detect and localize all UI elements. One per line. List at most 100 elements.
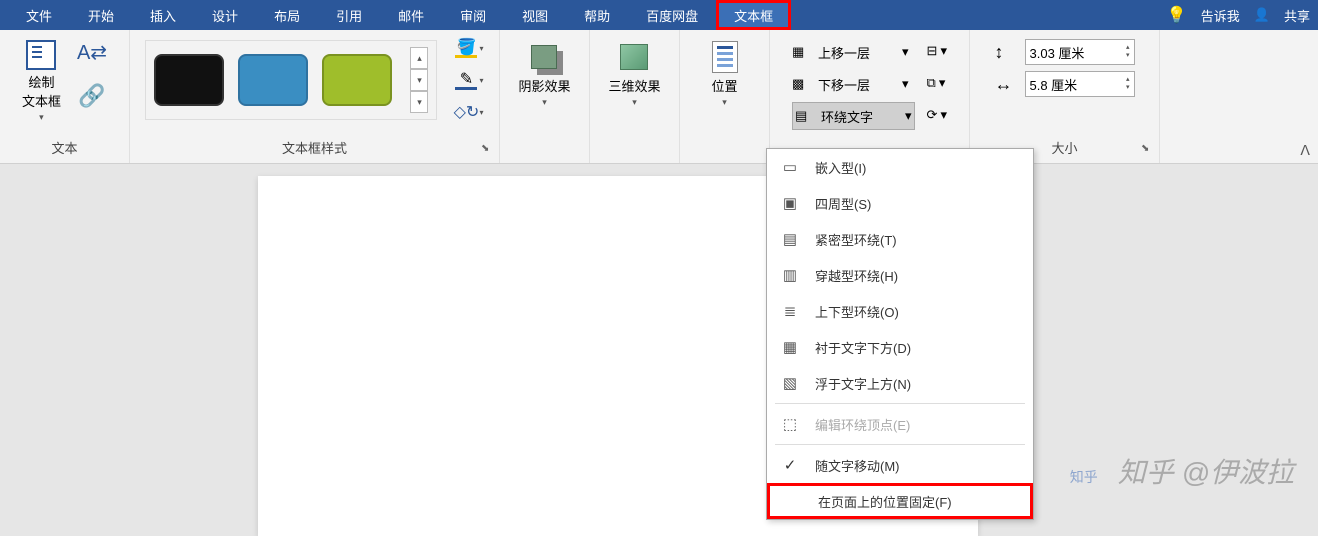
wrap-text-dropdown-menu: ▭嵌入型(I) ▣四周型(S) ▤紧密型环绕(T) ▥穿越型环绕(H) ≣上下型…	[766, 148, 1034, 520]
dropdown-caret-icon: ▾	[542, 97, 547, 108]
width-input[interactable]: 5.8 厘米 ▴▾	[1025, 71, 1135, 97]
rotate-icon: ⟳	[927, 107, 938, 123]
send-backward-icon: ▩	[792, 76, 814, 92]
dropdown-caret-icon: ▾	[632, 97, 637, 108]
three-d-effects-button[interactable]: 三维效果 ▾	[608, 36, 660, 108]
style-swatch-green[interactable]	[322, 54, 392, 106]
change-shape-icon: ◇↻	[455, 102, 477, 122]
textbox-icon	[26, 40, 56, 70]
wrap-inline-item[interactable]: ▭嵌入型(I)	[767, 149, 1033, 185]
wrap-infront-item[interactable]: ▧浮于文字上方(N)	[767, 365, 1033, 401]
wrap-tight-icon: ▤	[779, 230, 801, 248]
size-dialog-launcher[interactable]: ⬊	[1141, 143, 1155, 157]
position-label: 位置	[711, 76, 737, 95]
group-label-size: 大小	[1051, 138, 1077, 161]
wrap-behind-item[interactable]: ▦衬于文字下方(D)	[767, 329, 1033, 365]
move-with-text-item[interactable]: ✓随文字移动(M)	[767, 447, 1033, 483]
position-icon	[706, 40, 744, 74]
wrap-through-icon: ▥	[779, 266, 801, 284]
menu-separator	[775, 403, 1025, 404]
position-button[interactable]: 位置 ▾	[706, 36, 744, 108]
gallery-more[interactable]: ▾	[410, 91, 428, 113]
styles-dialog-launcher[interactable]: ⬊	[481, 143, 495, 157]
share-button[interactable]: 共享	[1284, 6, 1310, 25]
bring-forward-icon: ▦	[792, 44, 814, 60]
collapse-ribbon-icon[interactable]: ᐱ	[1300, 142, 1310, 159]
tell-me-search[interactable]: 告诉我	[1201, 6, 1240, 25]
text-direction-icon[interactable]: A⇄	[77, 40, 107, 65]
edit-points-icon: ⬚	[779, 415, 801, 433]
wrap-square-icon: ▣	[779, 194, 801, 212]
tab-textbox-format[interactable]: 文本框	[716, 0, 791, 30]
group-button[interactable]: ⧉▾	[927, 70, 947, 96]
tab-layout[interactable]: 布局	[256, 0, 318, 30]
ribbon-group-3d: 三维效果 ▾	[590, 30, 680, 163]
align-button[interactable]: ⊟▾	[927, 38, 947, 64]
dropdown-caret-icon: ▾	[722, 97, 727, 108]
ribbon-group-shadow: 阴影效果 ▾	[500, 30, 590, 163]
align-icon: ⊟	[927, 43, 938, 59]
ribbon-group-position: 位置 ▾	[680, 30, 770, 163]
ribbon-tab-bar: 文件 开始 插入 设计 布局 引用 邮件 审阅 视图 帮助 百度网盘 文本框 💡…	[0, 0, 1318, 30]
change-shape-button[interactable]: ◇↻▾	[455, 100, 483, 124]
style-swatch-blue[interactable]	[238, 54, 308, 106]
check-icon: ✓	[779, 456, 801, 474]
tab-help[interactable]: 帮助	[566, 0, 628, 30]
style-swatch-black[interactable]	[154, 54, 224, 106]
create-link-icon[interactable]: 🔗	[78, 83, 105, 109]
draw-textbox-label: 绘制 文本框	[22, 72, 61, 110]
fix-position-on-page-item[interactable]: 在页面上的位置固定(F)	[767, 483, 1033, 519]
bring-forward-button[interactable]: ▦ 上移一层 ▾	[792, 38, 915, 66]
spinner-buttons[interactable]: ▴▾	[1126, 76, 1130, 92]
wrap-text-icon: ▤	[795, 108, 817, 124]
tab-mailings[interactable]: 邮件	[380, 0, 442, 30]
tab-references[interactable]: 引用	[318, 0, 380, 30]
group-label-text: 文本	[51, 138, 77, 161]
tab-baidu-netdisk[interactable]: 百度网盘	[628, 0, 716, 30]
height-input[interactable]: 3.03 厘米 ▴▾	[1025, 39, 1135, 65]
paint-bucket-icon: 🪣	[455, 38, 477, 58]
edit-wrap-points-item: ⬚编辑环绕顶点(E)	[767, 406, 1033, 442]
wrap-square-item[interactable]: ▣四周型(S)	[767, 185, 1033, 221]
wrap-top-bottom-item[interactable]: ≣上下型环绕(O)	[767, 293, 1033, 329]
gallery-scroll-up[interactable]: ▴	[410, 47, 428, 69]
wrap-behind-icon: ▦	[779, 338, 801, 356]
wrap-infront-icon: ▧	[779, 374, 801, 392]
shape-outline-button[interactable]: ✎▾	[455, 68, 483, 92]
shadow-effects-button[interactable]: 阴影效果 ▾	[518, 36, 570, 108]
dropdown-caret-icon: ▾	[902, 44, 909, 60]
tab-insert[interactable]: 插入	[132, 0, 194, 30]
group-label-styles: 文本框样式	[282, 138, 347, 161]
group-icon: ⧉	[927, 75, 936, 91]
tab-file[interactable]: 文件	[8, 0, 70, 30]
dropdown-caret-icon: ▾	[902, 76, 909, 92]
shape-fill-button[interactable]: 🪣▾	[455, 36, 483, 60]
tab-view[interactable]: 视图	[504, 0, 566, 30]
three-d-effects-label: 三维效果	[608, 76, 660, 95]
menu-separator	[775, 444, 1025, 445]
width-icon: ↔	[995, 74, 1019, 95]
wrap-text-button[interactable]: ▤ 环绕文字 ▾	[792, 102, 915, 130]
user-icon: 👤	[1254, 7, 1270, 23]
dropdown-caret-icon: ▾	[39, 112, 44, 123]
spinner-buttons[interactable]: ▴▾	[1126, 44, 1130, 60]
rotate-button[interactable]: ⟳▾	[927, 102, 947, 128]
textbox-styles-gallery[interactable]: ▴ ▾ ▾	[145, 40, 437, 120]
ribbon-group-text: 绘制 文本框 ▾ A⇄ 🔗 文本	[0, 30, 130, 163]
ribbon-group-arrange: ▦ 上移一层 ▾ ▩ 下移一层 ▾ ▤ 环绕文字 ▾ ⊟▾ ⧉▾ ⟳▾	[770, 30, 970, 163]
shadow-effects-label: 阴影效果	[518, 76, 570, 95]
dropdown-caret-icon: ▾	[905, 108, 912, 124]
wrap-inline-icon: ▭	[779, 158, 801, 176]
wrap-through-item[interactable]: ▥穿越型环绕(H)	[767, 257, 1033, 293]
gallery-scroll-down[interactable]: ▾	[410, 69, 428, 91]
tab-home[interactable]: 开始	[70, 0, 132, 30]
send-backward-button[interactable]: ▩ 下移一层 ▾	[792, 70, 915, 98]
wrap-tight-item[interactable]: ▤紧密型环绕(T)	[767, 221, 1033, 257]
pencil-icon: ✎	[455, 70, 477, 90]
tab-design[interactable]: 设计	[194, 0, 256, 30]
tab-review[interactable]: 审阅	[442, 0, 504, 30]
draw-textbox-button[interactable]: 绘制 文本框 ▾	[22, 40, 61, 123]
ribbon-group-styles: ▴ ▾ ▾ 🪣▾ ✎▾ ◇↻▾ 文本框样式 ⬊	[130, 30, 500, 163]
height-icon: ↕	[995, 42, 1019, 63]
cube-icon	[615, 40, 653, 74]
